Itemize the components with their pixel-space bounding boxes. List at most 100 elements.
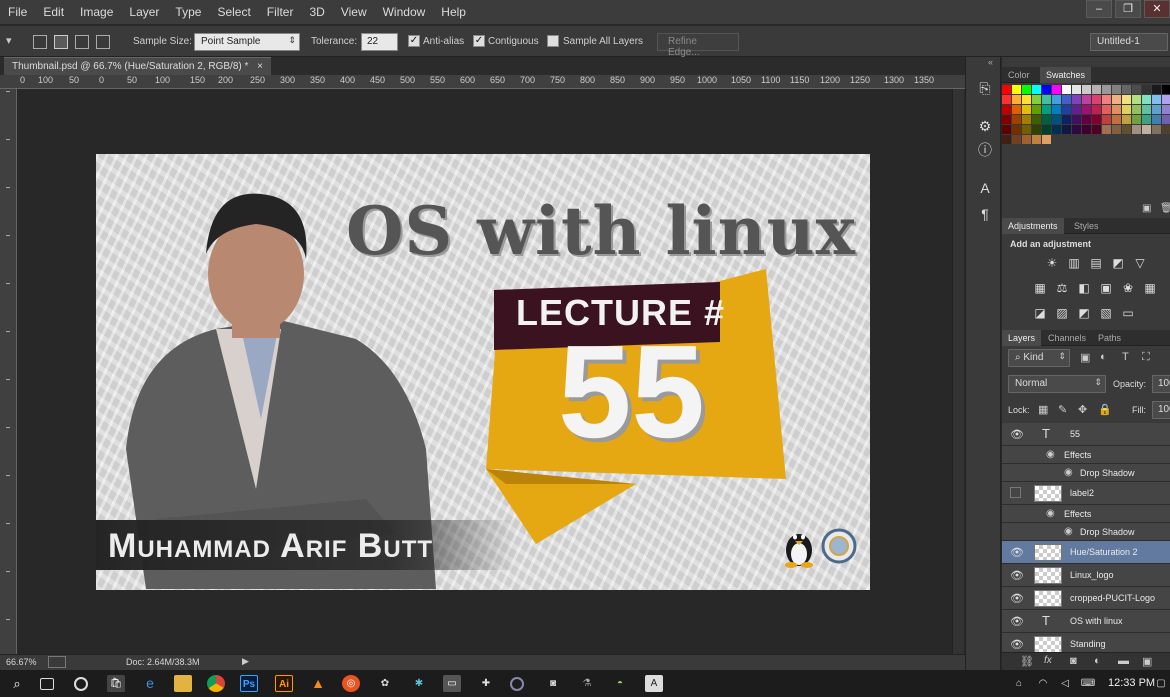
color-swatch[interactable] <box>1072 125 1081 134</box>
color-balance-icon[interactable]: ⚖ <box>1054 280 1070 296</box>
lock-move-icon[interactable]: ✥ <box>1078 403 1087 416</box>
color-swatch[interactable] <box>1122 105 1131 114</box>
sample-size-select[interactable]: Point Sample ⇕ <box>194 33 300 51</box>
color-swatch[interactable] <box>1042 125 1051 134</box>
color-swatch[interactable] <box>1162 95 1170 104</box>
menu-layer[interactable]: Layer <box>121 0 167 24</box>
illustrator-icon[interactable]: Ai <box>275 675 293 692</box>
color-swatch[interactable] <box>1122 125 1131 134</box>
exposure-icon[interactable]: ◩ <box>1110 255 1126 271</box>
globe-icon[interactable] <box>510 677 524 691</box>
chrome-icon[interactable] <box>207 675 225 692</box>
character-icon[interactable]: A <box>976 179 994 197</box>
menu-edit[interactable]: Edit <box>35 0 72 24</box>
color-swatch[interactable] <box>1032 95 1041 104</box>
curves-icon[interactable]: ▤ <box>1088 255 1104 271</box>
color-lookup-icon[interactable]: ▦ <box>1142 280 1158 296</box>
link-icon[interactable]: ⛓ <box>1020 655 1034 668</box>
qgis-icon[interactable]: ✚ <box>477 675 495 692</box>
color-swatch[interactable] <box>1122 95 1131 104</box>
tab-styles[interactable]: Styles <box>1068 218 1105 234</box>
color-swatch[interactable] <box>1012 115 1021 124</box>
cortana-icon[interactable] <box>74 677 88 691</box>
layer-kind-filter[interactable]: ⌕ Kind ⇕ <box>1008 349 1070 367</box>
status-arrow-icon[interactable]: ▶ <box>242 656 249 667</box>
layer-linux-logo[interactable]: 👁 Linux_logo <box>1002 564 1170 587</box>
photo-filter-icon[interactable]: ▣ <box>1098 280 1114 296</box>
gimp-icon[interactable]: ✿ <box>376 675 394 692</box>
color-swatch[interactable] <box>1022 85 1031 94</box>
color-swatch[interactable] <box>1152 115 1161 124</box>
filter-shape-icon[interactable]: ⛶ <box>1142 351 1150 364</box>
people-icon[interactable]: ⌂ <box>1010 675 1028 692</box>
color-swatch[interactable] <box>1132 105 1141 114</box>
antialias-checkbox[interactable]: ✓ <box>408 35 420 47</box>
layer-effects[interactable]: ◉ Effects <box>1002 446 1170 464</box>
color-swatch[interactable] <box>1142 115 1151 124</box>
color-swatch[interactable] <box>1032 85 1041 94</box>
invert-icon[interactable]: ◪ <box>1032 305 1048 321</box>
color-swatch[interactable] <box>1052 95 1061 104</box>
tolerance-input[interactable]: 22 <box>361 33 398 51</box>
effects-eye-icon[interactable]: ◉ <box>1046 508 1055 519</box>
color-swatch[interactable] <box>1012 85 1021 94</box>
group-icon[interactable]: ▬ <box>1118 655 1129 667</box>
layer-os-title[interactable]: 👁 T OS with linux <box>1002 610 1170 633</box>
color-swatch[interactable] <box>1112 105 1121 114</box>
task-view-icon[interactable] <box>40 678 54 690</box>
menu-select[interactable]: Select <box>209 0 258 24</box>
color-swatch[interactable] <box>1082 85 1091 94</box>
settings-app-icon[interactable]: ✱ <box>410 675 428 692</box>
vlc-icon[interactable]: ▲ <box>309 675 327 692</box>
color-swatch[interactable] <box>1122 85 1131 94</box>
color-swatch[interactable] <box>1102 95 1111 104</box>
ubuntu-icon[interactable]: ◎ <box>342 675 360 692</box>
threshold-icon[interactable]: ◩ <box>1076 305 1092 321</box>
layer-drop-shadow[interactable]: ◉ Drop Shadow <box>1002 523 1170 541</box>
color-swatch[interactable] <box>1022 95 1031 104</box>
menu-help[interactable]: Help <box>433 0 474 24</box>
color-swatch[interactable] <box>1072 85 1081 94</box>
color-swatch[interactable] <box>1062 95 1071 104</box>
color-swatch[interactable] <box>1042 85 1051 94</box>
color-swatch[interactable] <box>1052 125 1061 134</box>
opacity-input[interactable]: 100 <box>1152 375 1170 393</box>
menu-view[interactable]: View <box>333 0 375 24</box>
menu-window[interactable]: Window <box>375 0 434 24</box>
bw-icon[interactable]: ◧ <box>1076 280 1092 296</box>
color-swatch[interactable] <box>1072 115 1081 124</box>
info-icon[interactable]: ⓘ <box>976 141 994 159</box>
color-swatch[interactable] <box>1002 95 1011 104</box>
color-swatch[interactable] <box>1162 105 1170 114</box>
color-swatch[interactable] <box>1012 125 1021 134</box>
blend-mode-select[interactable]: Normal ⇕ <box>1008 375 1106 393</box>
zoom-level[interactable]: 66.67% <box>6 657 37 667</box>
add-selection-icon[interactable] <box>54 35 68 49</box>
tab-paths[interactable]: Paths <box>1092 330 1127 346</box>
color-swatch[interactable] <box>1052 115 1061 124</box>
color-swatch[interactable] <box>1092 105 1101 114</box>
color-swatch[interactable] <box>1042 95 1051 104</box>
vertical-scrollbar[interactable] <box>952 89 964 654</box>
new-swatch-icon[interactable]: ▣ <box>1142 203 1151 214</box>
layer-pucit-logo[interactable]: 👁 cropped-PUCIT-Logo <box>1002 587 1170 610</box>
color-swatch[interactable] <box>1082 105 1091 114</box>
new-selection-icon[interactable] <box>33 35 47 49</box>
refine-edge-button[interactable]: Refine Edge... <box>657 33 739 58</box>
color-swatch[interactable] <box>1002 135 1011 144</box>
visibility-eye-icon[interactable]: 👁 <box>1010 428 1024 441</box>
keyboard-icon[interactable]: ⌨ <box>1078 675 1098 692</box>
android-icon[interactable]: ◓ <box>611 675 629 692</box>
lock-transparent-icon[interactable]: ▦ <box>1038 403 1048 416</box>
color-swatch[interactable] <box>1082 115 1091 124</box>
visibility-off-box[interactable] <box>1010 487 1021 498</box>
visibility-eye-icon[interactable]: 👁 <box>1010 546 1024 559</box>
color-swatch[interactable] <box>1142 85 1151 94</box>
swatches-grid[interactable] <box>1002 85 1170 175</box>
layer-hue-saturation[interactable]: 👁 Hue/Saturation 2 <box>1002 541 1170 564</box>
subtract-selection-icon[interactable] <box>75 35 89 49</box>
menu-image[interactable]: Image <box>72 0 121 24</box>
actions-icon[interactable]: ⚙ <box>976 117 994 135</box>
tab-adjustments[interactable]: Adjustments <box>1002 218 1064 234</box>
color-swatch[interactable] <box>1092 125 1101 134</box>
